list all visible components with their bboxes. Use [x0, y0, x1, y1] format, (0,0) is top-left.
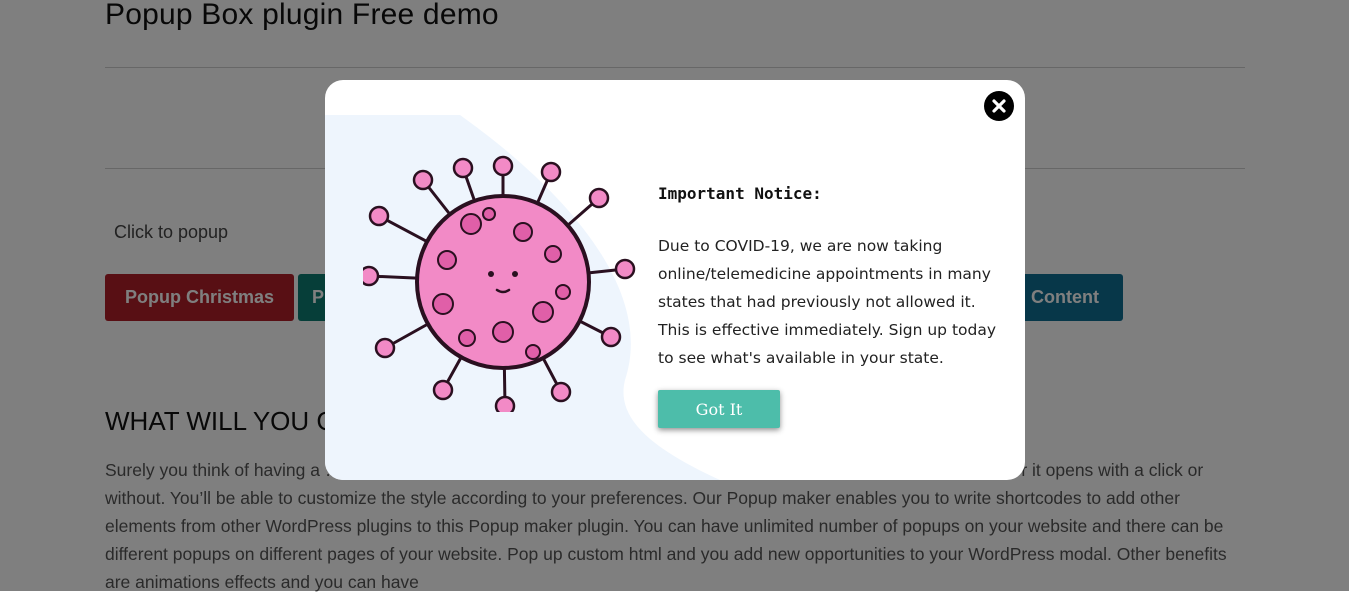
- close-icon: [992, 99, 1006, 113]
- notice-title: Important Notice:: [658, 184, 822, 203]
- close-button[interactable]: [984, 91, 1014, 121]
- got-it-button[interactable]: Got It: [658, 390, 780, 428]
- notice-body: Due to COVID-19, we are now taking onlin…: [658, 237, 997, 367]
- popup-modal: Important Notice: Due to COVID-19, we ar…: [325, 80, 1025, 480]
- virus-illustration: [363, 155, 636, 412]
